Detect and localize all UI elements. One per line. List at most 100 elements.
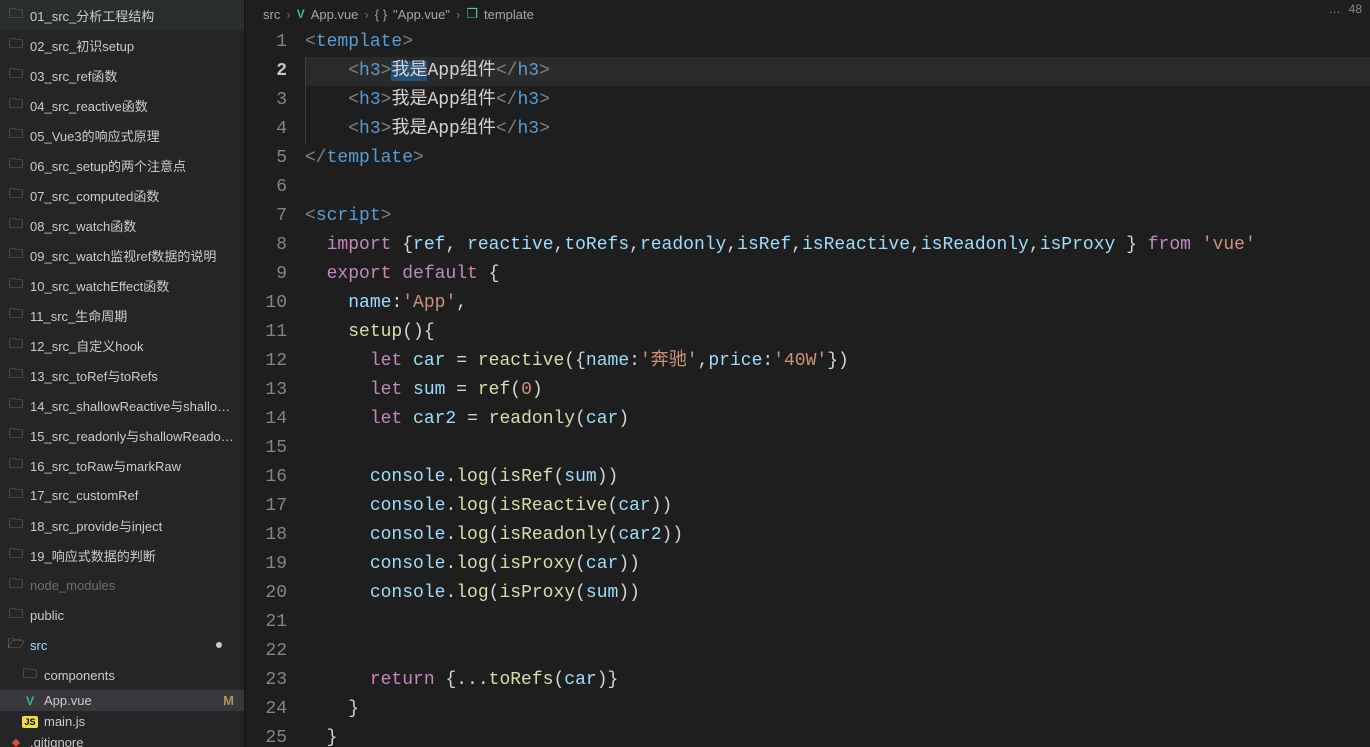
- sidebar-item-label: 13_src_toRef与toRefs: [30, 366, 234, 385]
- code-line[interactable]: }: [305, 724, 1370, 747]
- sidebar-item[interactable]: App.vueM: [0, 690, 244, 711]
- code-line[interactable]: console.log(isProxy(sum)): [305, 579, 1370, 608]
- sidebar-item[interactable]: src: [0, 630, 244, 660]
- breadcrumb-item[interactable]: src: [263, 7, 280, 22]
- sidebar-item[interactable]: 18_src_provide与inject: [0, 510, 244, 540]
- js-file-icon: JS: [22, 716, 38, 728]
- line-number: 17: [245, 492, 287, 521]
- sidebar-item-label: .gitignore: [30, 735, 234, 747]
- sidebar-item[interactable]: 04_src_reactive函数: [0, 90, 244, 120]
- line-number: 7: [245, 202, 287, 231]
- sidebar-item[interactable]: 17_src_customRef: [0, 480, 244, 510]
- line-number: 3: [245, 86, 287, 115]
- folder-icon: [8, 93, 24, 117]
- code-line[interactable]: return {...toRefs(car)}: [305, 666, 1370, 695]
- code-line[interactable]: name:'App',: [305, 289, 1370, 318]
- sidebar-item[interactable]: public: [0, 600, 244, 630]
- code-line[interactable]: console.log(isProxy(car)): [305, 550, 1370, 579]
- code-line[interactable]: <h3>我是App组件</h3>: [305, 57, 1370, 86]
- sidebar-item[interactable]: 09_src_watch监视ref数据的说明: [0, 240, 244, 270]
- folder-icon: [8, 513, 24, 537]
- code-line[interactable]: let car = reactive({name:'奔驰',price:'40W…: [305, 347, 1370, 376]
- code-line[interactable]: [305, 173, 1370, 202]
- folder-icon: [8, 543, 24, 567]
- line-number: 14: [245, 405, 287, 434]
- sidebar-item-label: main.js: [44, 714, 234, 729]
- code-line[interactable]: import {ref, reactive,toRefs,readonly,is…: [305, 231, 1370, 260]
- code-line[interactable]: </template>: [305, 144, 1370, 173]
- sidebar-item-label: 04_src_reactive函数: [30, 96, 234, 115]
- breadcrumb-separator-icon: ›: [364, 7, 368, 22]
- breadcrumb-item[interactable]: "App.vue": [393, 7, 450, 22]
- code-line[interactable]: setup(){: [305, 318, 1370, 347]
- code-line[interactable]: <script>: [305, 202, 1370, 231]
- breadcrumbs[interactable]: src›App.vue›{ }"App.vue"›❒template: [245, 0, 1370, 28]
- sidebar-item-label: 16_src_toRaw与markRaw: [30, 456, 234, 475]
- sidebar-item-label: 17_src_customRef: [30, 488, 234, 503]
- sidebar-item-label: 19_响应式数据的判断: [30, 546, 234, 565]
- line-number: 20: [245, 579, 287, 608]
- breadcrumb-separator-icon: ›: [456, 7, 460, 22]
- sidebar-item[interactable]: 14_src_shallowReactive与shallowRef: [0, 390, 244, 420]
- sidebar-item-label: 02_src_初识setup: [30, 36, 234, 55]
- code-line[interactable]: [305, 434, 1370, 463]
- sidebar-item[interactable]: 19_响应式数据的判断: [0, 540, 244, 570]
- sidebar-item-label: App.vue: [44, 693, 217, 708]
- line-number: 1: [245, 28, 287, 57]
- symbol-namespace-icon: { }: [375, 7, 387, 22]
- sidebar-item[interactable]: 10_src_watchEffect函数: [0, 270, 244, 300]
- sidebar-item[interactable]: 13_src_toRef与toRefs: [0, 360, 244, 390]
- sidebar-item[interactable]: 11_src_生命周期: [0, 300, 244, 330]
- sidebar-item[interactable]: 12_src_自定义hook: [0, 330, 244, 360]
- vue-file-icon: [297, 7, 305, 21]
- line-number: 4: [245, 115, 287, 144]
- line-number: 15: [245, 434, 287, 463]
- line-number: 18: [245, 521, 287, 550]
- code-line[interactable]: export default {: [305, 260, 1370, 289]
- breadcrumb-item[interactable]: template: [484, 7, 534, 22]
- sidebar-item-label: 15_src_readonly与shallowReadonly: [30, 426, 234, 445]
- sidebar-item[interactable]: node_modules: [0, 570, 244, 600]
- sidebar-item[interactable]: JS main.js: [0, 711, 244, 732]
- sidebar-item[interactable]: 02_src_初识setup: [0, 30, 244, 60]
- more-icon[interactable]: …: [1329, 2, 1341, 16]
- code-line[interactable]: let sum = ref(0): [305, 376, 1370, 405]
- code-line[interactable]: let car2 = readonly(car): [305, 405, 1370, 434]
- breadcrumb-item[interactable]: App.vue: [311, 7, 359, 22]
- code-line[interactable]: <h3>我是App组件</h3>: [305, 115, 1370, 144]
- sidebar-item[interactable]: 15_src_readonly与shallowReadonly: [0, 420, 244, 450]
- code-line[interactable]: console.log(isRef(sum)): [305, 463, 1370, 492]
- code-line[interactable]: }: [305, 695, 1370, 724]
- line-number: 23: [245, 666, 287, 695]
- sidebar-item[interactable]: .gitignore: [0, 732, 244, 747]
- sidebar-item[interactable]: 06_src_setup的两个注意点: [0, 150, 244, 180]
- line-number: 10: [245, 289, 287, 318]
- code-line[interactable]: [305, 637, 1370, 666]
- sidebar-item[interactable]: 08_src_watch函数: [0, 210, 244, 240]
- code-line[interactable]: <template>: [305, 28, 1370, 57]
- folder-icon: [8, 243, 24, 267]
- sidebar-item-label: public: [30, 608, 234, 623]
- folder-icon: [8, 213, 24, 237]
- sidebar-item-label: 18_src_provide与inject: [30, 516, 234, 535]
- sidebar-item-label: 14_src_shallowReactive与shallowRef: [30, 396, 234, 415]
- sidebar-item[interactable]: 01_src_分析工程结构: [0, 0, 244, 30]
- sidebar-item-label: 05_Vue3的响应式原理: [30, 126, 234, 145]
- code-line[interactable]: <h3>我是App组件</h3>: [305, 86, 1370, 115]
- sidebar-item[interactable]: 07_src_computed函数: [0, 180, 244, 210]
- line-number: 22: [245, 637, 287, 666]
- code-content[interactable]: <template> <h3>我是App组件</h3> <h3>我是App组件<…: [305, 28, 1370, 747]
- sidebar-item[interactable]: 03_src_ref函数: [0, 60, 244, 90]
- code-line[interactable]: console.log(isReactive(car)): [305, 492, 1370, 521]
- explorer-sidebar[interactable]: 01_src_分析工程结构 02_src_初识setup 03_src_ref函数 0…: [0, 0, 245, 747]
- folder-icon: [8, 63, 24, 87]
- code-line[interactable]: [305, 608, 1370, 637]
- folder-icon: [8, 363, 24, 387]
- code-editor[interactable]: 1234567891011121314151617181920212223242…: [245, 28, 1370, 747]
- sidebar-item[interactable]: 05_Vue3的响应式原理: [0, 120, 244, 150]
- editor-top-right: … 48: [1329, 2, 1362, 16]
- sidebar-item[interactable]: components: [0, 660, 244, 690]
- code-line[interactable]: console.log(isReadonly(car2)): [305, 521, 1370, 550]
- line-number: 9: [245, 260, 287, 289]
- sidebar-item[interactable]: 16_src_toRaw与markRaw: [0, 450, 244, 480]
